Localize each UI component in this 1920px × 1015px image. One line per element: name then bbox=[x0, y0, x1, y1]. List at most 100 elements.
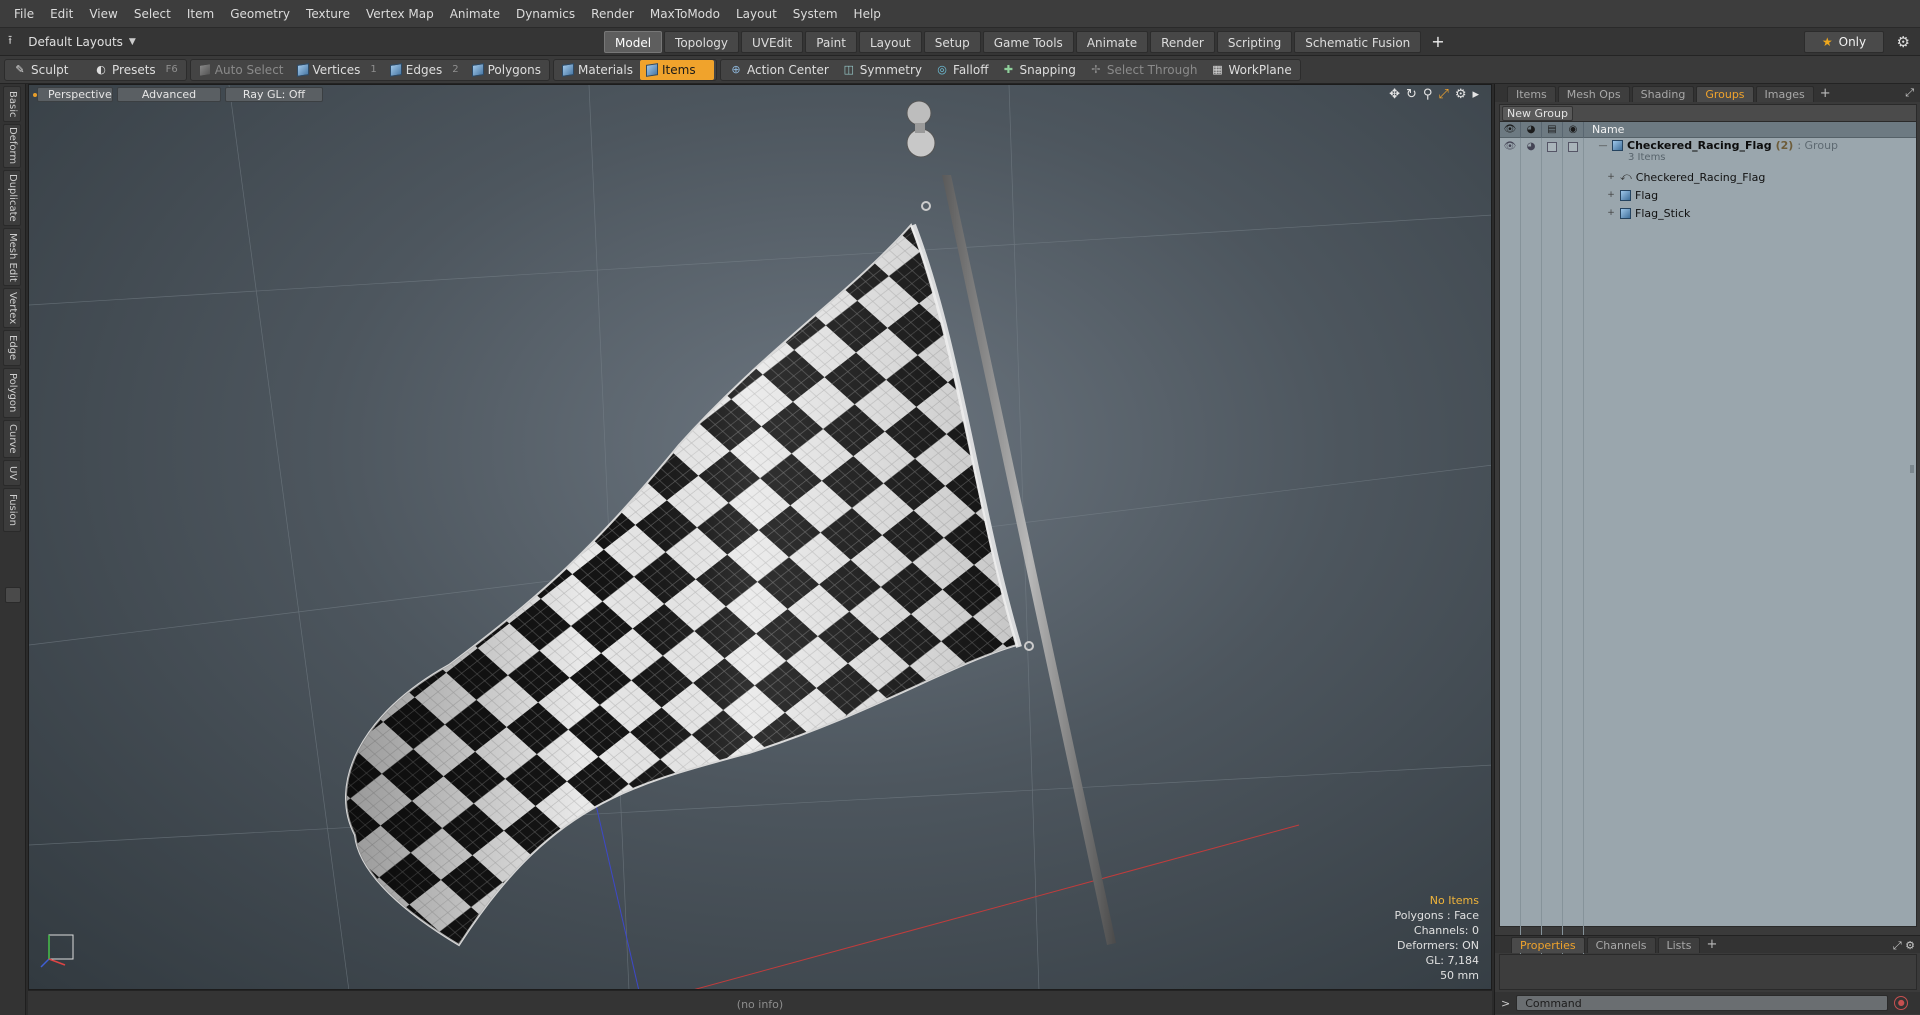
menu-texture[interactable]: Texture bbox=[298, 0, 358, 28]
tab-mesh-ops[interactable]: Mesh Ops bbox=[1557, 86, 1630, 102]
sculpt-button[interactable]: ✎ Sculpt bbox=[7, 60, 87, 80]
tree-row-item[interactable]: + Flag_Stick bbox=[1500, 204, 1916, 222]
tab-uvedit[interactable]: UVEdit bbox=[741, 31, 804, 53]
tree-row-item[interactable]: + Flag bbox=[1500, 186, 1916, 204]
move-view-icon[interactable]: ✥ bbox=[1389, 87, 1400, 102]
tab-groups[interactable]: Groups bbox=[1696, 86, 1754, 102]
groups-scrollbar[interactable] bbox=[1910, 465, 1914, 473]
collapse-up-icon[interactable]: ⭱ bbox=[8, 31, 12, 52]
vtab-vertex[interactable]: Vertex bbox=[3, 288, 21, 328]
tab-game-tools[interactable]: Game Tools bbox=[982, 31, 1074, 53]
zoom-view-icon[interactable]: ⚲ bbox=[1423, 87, 1433, 102]
auto-select-button[interactable]: Auto Select bbox=[193, 60, 290, 80]
tool-tray-toggle[interactable] bbox=[5, 587, 21, 603]
tab-animate[interactable]: Animate bbox=[1075, 31, 1149, 53]
tab-lists[interactable]: Lists bbox=[1657, 937, 1701, 953]
stop-command-icon[interactable]: ● bbox=[1894, 996, 1909, 1010]
expand-arrow-icon[interactable]: + bbox=[1606, 190, 1616, 200]
gear-icon[interactable]: ⚙ bbox=[1897, 31, 1910, 53]
menu-geometry[interactable]: Geometry bbox=[222, 0, 298, 28]
command-history-icon[interactable]: > bbox=[1501, 997, 1510, 1010]
tab-setup[interactable]: Setup bbox=[923, 31, 981, 53]
menu-edit[interactable]: Edit bbox=[42, 0, 81, 28]
tab-items[interactable]: Items bbox=[1507, 86, 1556, 102]
materials-button[interactable]: Materials bbox=[556, 60, 639, 80]
vtab-polygon[interactable]: Polygon bbox=[3, 368, 21, 418]
menu-file[interactable]: File bbox=[6, 0, 42, 28]
menu-help[interactable]: Help bbox=[846, 0, 889, 28]
tab-shading[interactable]: Shading bbox=[1631, 86, 1695, 102]
visibility-column-icon[interactable]: 👁 bbox=[1500, 121, 1521, 138]
tree-row-item[interactable]: + ⤺ Checkered_Racing_Flag bbox=[1500, 168, 1916, 186]
new-group-button[interactable]: New Group bbox=[1502, 105, 1573, 121]
expand-arrow-icon[interactable]: + bbox=[1606, 208, 1616, 218]
menu-item[interactable]: Item bbox=[179, 0, 222, 28]
falloff-button[interactable]: ◎ Falloff bbox=[929, 60, 994, 80]
vtab-basic[interactable]: Basic bbox=[3, 86, 21, 122]
vtab-fusion[interactable]: Fusion bbox=[3, 488, 21, 532]
only-button[interactable]: ★ Only bbox=[1804, 31, 1884, 53]
menu-animate[interactable]: Animate bbox=[442, 0, 508, 28]
visibility-eye-icon[interactable]: 👁 bbox=[1500, 138, 1521, 168]
viewport-menu-arrow-icon[interactable]: ▸ bbox=[1472, 87, 1479, 102]
menu-vertex-map[interactable]: Vertex Map bbox=[358, 0, 442, 28]
lock-column-icon[interactable]: ▤ bbox=[1542, 121, 1563, 138]
menu-dynamics[interactable]: Dynamics bbox=[508, 0, 583, 28]
tab-schematic-fusion[interactable]: Schematic Fusion bbox=[1294, 31, 1422, 53]
add-panel-tab-button[interactable]: + bbox=[1816, 86, 1835, 102]
symmetry-button[interactable]: ◫ Symmetry bbox=[836, 60, 928, 80]
menu-render[interactable]: Render bbox=[583, 0, 642, 28]
edges-button[interactable]: Edges 2 bbox=[384, 60, 465, 80]
expand-arrow-icon[interactable]: + bbox=[1606, 172, 1616, 182]
layout-selector[interactable]: ⭱ Default Layouts ▼ bbox=[0, 31, 600, 52]
tree-row-group[interactable]: 👁 ◕ — Checkered_Racing_Flag (2) : Group … bbox=[1500, 138, 1916, 168]
maximize-panel-icon[interactable]: ⤢ bbox=[1905, 86, 1914, 100]
collapse-arrow-icon[interactable]: — bbox=[1598, 141, 1608, 151]
menu-view[interactable]: View bbox=[81, 0, 125, 28]
tab-paint[interactable]: Paint bbox=[805, 31, 857, 53]
add-tab-button[interactable]: + bbox=[1423, 31, 1452, 53]
vtab-edge[interactable]: Edge bbox=[3, 330, 21, 366]
viewport-gear-icon[interactable]: ⚙ bbox=[1455, 87, 1467, 102]
maximize-view-icon[interactable]: ⤢ bbox=[1438, 87, 1448, 102]
items-button[interactable]: Items bbox=[640, 59, 714, 80]
view-mode-dropdown[interactable]: Perspective bbox=[37, 87, 113, 102]
tab-layout[interactable]: Layout bbox=[858, 31, 922, 53]
shading-dropdown[interactable]: Advanced bbox=[117, 87, 221, 102]
tab-images[interactable]: Images bbox=[1755, 86, 1814, 102]
snapping-button[interactable]: ✚ Snapping bbox=[995, 60, 1081, 80]
polygons-button[interactable]: Polygons bbox=[466, 60, 547, 80]
vtab-curve[interactable]: Curve bbox=[3, 420, 21, 458]
tab-model[interactable]: Model bbox=[604, 31, 663, 53]
menu-maxtomodo[interactable]: MaxToModo bbox=[642, 0, 728, 28]
command-input[interactable] bbox=[1516, 995, 1889, 1011]
action-center-button[interactable]: ⊕ Action Center bbox=[723, 60, 835, 80]
vertices-button[interactable]: Vertices 1 bbox=[291, 60, 383, 80]
rotate-view-icon[interactable]: ↻ bbox=[1406, 87, 1417, 102]
select-through-button[interactable]: ✢ Select Through bbox=[1083, 60, 1204, 80]
select-column-icon[interactable]: ◉ bbox=[1563, 121, 1584, 138]
menu-system[interactable]: System bbox=[785, 0, 846, 28]
tab-render[interactable]: Render bbox=[1150, 31, 1215, 53]
workplane-button[interactable]: ▦ WorkPlane bbox=[1204, 60, 1297, 80]
vtab-mesh-edit[interactable]: Mesh Edit bbox=[3, 228, 21, 286]
vtab-deform[interactable]: Deform bbox=[3, 124, 21, 168]
tab-properties[interactable]: Properties bbox=[1511, 937, 1585, 953]
properties-panel-options-icon[interactable]: ⤢ ⚙ bbox=[1893, 939, 1915, 953]
menu-layout[interactable]: Layout bbox=[728, 0, 785, 28]
render-toggle-icon[interactable]: ◕ bbox=[1521, 138, 1542, 168]
vtab-duplicate[interactable]: Duplicate bbox=[3, 170, 21, 226]
menu-select[interactable]: Select bbox=[126, 0, 179, 28]
select-toggle[interactable] bbox=[1563, 138, 1584, 168]
render-column-icon[interactable]: ◕ bbox=[1521, 121, 1542, 138]
tab-scripting[interactable]: Scripting bbox=[1216, 31, 1293, 53]
tab-channels[interactable]: Channels bbox=[1586, 937, 1656, 953]
add-properties-tab-button[interactable]: + bbox=[1702, 937, 1721, 953]
name-column-header[interactable]: Name bbox=[1584, 123, 1624, 136]
raygl-toggle[interactable]: Ray GL: Off bbox=[225, 87, 323, 102]
presets-button[interactable]: ◐ Presets F6 bbox=[88, 60, 184, 80]
3d-viewport[interactable]: Perspective Advanced Ray GL: Off ✥ ↻ ⚲ ⤢… bbox=[28, 84, 1492, 990]
tab-topology[interactable]: Topology bbox=[664, 31, 740, 53]
vtab-uv[interactable]: UV bbox=[3, 460, 21, 486]
lock-toggle[interactable] bbox=[1542, 138, 1563, 168]
